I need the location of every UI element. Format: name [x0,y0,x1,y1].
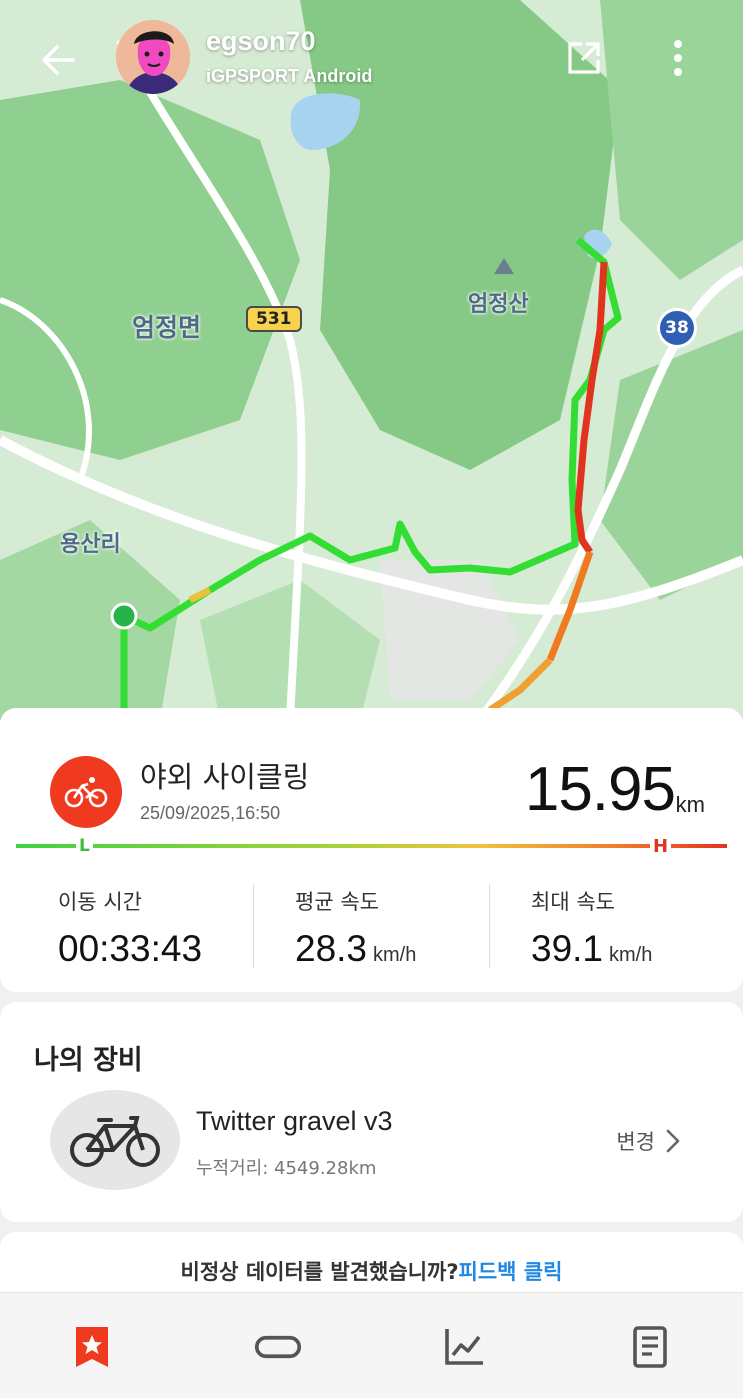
stat-divider [489,884,490,968]
more-vertical-icon [674,40,682,76]
distance-unit: km [675,792,705,817]
total-distance: 15.95 [524,755,676,824]
activity-type-label: 야외 사이클링 [140,760,310,794]
feedback-text: 비정상 데이터를 발견했습니까? [180,1260,459,1284]
stat-label: 이동 시간 [58,890,142,914]
road-number-badge: 531 [246,306,302,332]
change-gear-label: 변경 [616,1130,655,1154]
stat-unit: km/h [373,944,417,966]
stat-value: 28.3 km/h [295,928,416,970]
stat-label: 최대 속도 [531,890,615,914]
speed-low-label: L [76,836,93,856]
nav-tab-summary[interactable] [68,1323,116,1371]
nav-tab-laps[interactable] [254,1323,302,1371]
activity-type-badge [50,756,122,828]
route-map[interactable]: 엄정면 엄정산 용산리 531 38 egson70 iGPSPORT Andr… [0,0,743,720]
change-gear-button[interactable]: 변경 [616,1126,683,1156]
share-external-icon [568,42,600,74]
avatar-illustration-icon [116,20,190,94]
feedback-link[interactable]: 피드백 클릭 [459,1260,563,1284]
stat-value: 39.1 km/h [531,928,652,970]
bike-thumbnail[interactable] [50,1090,180,1190]
device-name: iGPSPORT Android [206,66,373,86]
more-options-button[interactable] [656,34,700,82]
stat-number: 28.3 [295,928,368,969]
nav-tab-charts[interactable] [440,1323,488,1371]
loop-icon [254,1335,302,1359]
feedback-prompt: 비정상 데이터를 발견했습니까?피드백 클릭 [0,1256,743,1286]
nav-tab-details[interactable] [626,1323,674,1371]
map-label-mountain: 엄정산 [468,292,529,317]
activity-summary-card: 야외 사이클링 25/09/2025,16:50 15.95 km L H 이동… [0,708,743,992]
gear-section-title: 나의 장비 [34,1045,143,1076]
stat-unit: km/h [609,944,653,966]
stat-max-speed: 최대 속도 39.1 km/h [531,886,652,970]
stat-value: 00:33:43 [58,928,202,970]
stat-divider [253,884,254,968]
top-bar: egson70 iGPSPORT Android [0,0,743,120]
speed-high-label: H [650,836,672,857]
bike-total-distance: 누적거리: 4549.28km [196,1158,377,1179]
stat-number: 00:33:43 [58,928,203,969]
stat-moving-time: 이동 시간 00:33:43 [58,886,202,970]
bike-name: Twitter gravel v3 [196,1106,393,1136]
document-icon [633,1326,667,1368]
arrow-left-icon [42,45,75,75]
stat-label: 평균 속도 [295,890,379,914]
avatar[interactable] [116,20,190,94]
bicycle-icon [70,1116,160,1167]
bottom-navigation [0,1292,743,1398]
stat-avg-speed: 평균 속도 28.3 km/h [295,886,416,970]
chart-line-icon [445,1329,483,1365]
cycling-icon [64,777,108,808]
my-gear-card: 나의 장비 Twitter gravel v3 누적거리: 4549.28km … [0,1002,743,1222]
chevron-right-icon [666,1129,680,1153]
bookmark-star-icon [76,1327,108,1367]
share-button[interactable] [560,34,608,82]
map-label-village: 용산리 [60,532,121,557]
stat-number: 39.1 [531,928,604,969]
speed-gradient-bar [16,844,727,848]
route-number-badge: 38 [657,308,697,348]
username[interactable]: egson70 [206,26,316,57]
activity-datetime: 25/09/2025,16:50 [140,803,281,823]
map-label-town: 엄정면 [132,313,202,342]
back-button[interactable] [30,32,86,88]
